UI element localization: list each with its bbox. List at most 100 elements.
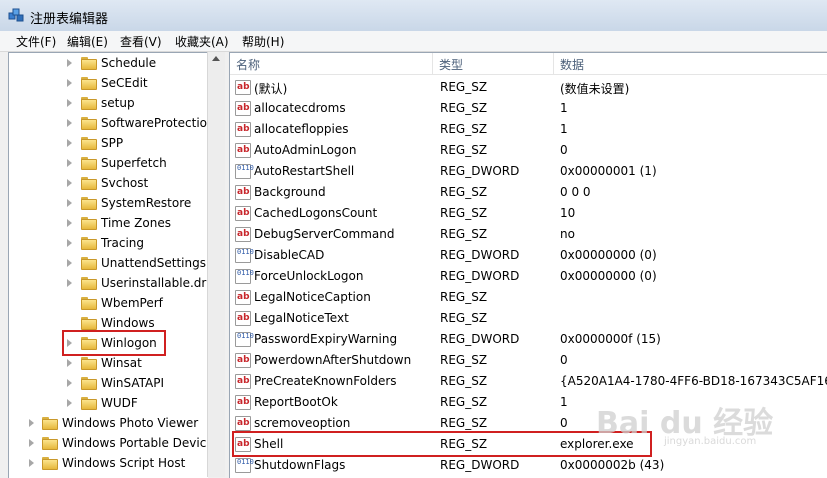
value-name: DisableCAD	[254, 248, 325, 262]
value-row[interactable]: 0110 ForceUnlockLogon REG_DWORD 0x00000000 …	[230, 266, 827, 287]
tree-item[interactable]: WUDF	[9, 394, 208, 414]
string-value-icon: ab	[235, 206, 251, 221]
value-row[interactable]: ab allocatecdroms REG_SZ 1	[230, 98, 827, 119]
string-value-icon: ab	[235, 227, 251, 242]
tree-item-label: Userinstallable.drivers	[101, 276, 208, 290]
folder-icon	[81, 357, 97, 370]
value-row[interactable]: ab PreCreateKnownFolders REG_SZ {A520A1A4-1…	[230, 371, 827, 392]
tree-item[interactable]: Windows Portable Devices	[9, 434, 208, 454]
folder-icon	[81, 77, 97, 90]
value-row[interactable]: ab DebugServerCommand REG_SZ no	[230, 224, 827, 245]
expand-arrow-icon[interactable]	[29, 459, 34, 467]
tree-item[interactable]: Superfetch	[9, 154, 208, 174]
tree-item[interactable]: setup	[9, 94, 208, 114]
expand-arrow-icon[interactable]	[67, 139, 72, 147]
value-name: scremoveoption	[254, 416, 351, 430]
tree-item[interactable]: Schedule	[9, 54, 208, 74]
expand-arrow-icon[interactable]	[67, 259, 72, 267]
value-data: 0	[560, 143, 568, 157]
column-data-label: 数据	[560, 58, 585, 72]
expand-arrow-icon[interactable]	[67, 219, 72, 227]
tree-item-label: Time Zones	[101, 216, 171, 230]
expand-arrow-icon[interactable]	[67, 379, 72, 387]
expand-arrow-icon[interactable]	[67, 279, 72, 287]
tree-item[interactable]: Time Zones	[9, 214, 208, 234]
tree-item-label: WUDF	[101, 396, 138, 410]
value-row[interactable]: 0110 ShutdownFlags REG_DWORD 0x0000002b (43…	[230, 455, 827, 476]
column-header-type[interactable]: 类型	[433, 53, 554, 75]
expand-arrow-icon[interactable]	[67, 159, 72, 167]
expand-arrow-icon[interactable]	[67, 119, 72, 127]
column-header-name[interactable]: 名称	[230, 53, 433, 75]
value-name: LegalNoticeCaption	[254, 290, 371, 304]
expand-arrow-icon[interactable]	[29, 419, 34, 427]
value-row[interactable]: ab allocatefloppies REG_SZ 1	[230, 119, 827, 140]
tree-item[interactable]: UnattendSettings	[9, 254, 208, 274]
value-type: REG_SZ	[440, 374, 488, 388]
dword-value-icon: 0110	[235, 164, 254, 179]
value-name: (默认)	[254, 82, 288, 96]
value-row[interactable]: ab LegalNoticeCaption REG_SZ	[230, 287, 827, 308]
tree-scrollbar[interactable]	[207, 52, 225, 477]
value-row[interactable]: ab AutoAdminLogon REG_SZ 0	[230, 140, 827, 161]
value-row[interactable]: ab LegalNoticeText REG_SZ	[230, 308, 827, 329]
value-row[interactable]: ab CachedLogonsCount REG_SZ 10	[230, 203, 827, 224]
registry-tree[interactable]: Schedule SeCEdit setup SoftwareProtectionPl…	[8, 52, 208, 478]
tree-item[interactable]: SPP	[9, 134, 208, 154]
expand-arrow-icon[interactable]	[67, 59, 72, 67]
tree-item[interactable]: SeCEdit	[9, 74, 208, 94]
value-data: 1	[560, 122, 568, 136]
folder-icon	[81, 117, 97, 130]
expand-arrow-icon[interactable]	[67, 199, 72, 207]
expand-arrow-icon[interactable]	[29, 439, 34, 447]
menu-view[interactable]: 查看(V)	[120, 33, 162, 50]
value-data: {A520A1A4-1780-4FF6-BD18-167343C5AF16}	[560, 374, 827, 388]
tree-item[interactable]: Userinstallable.drivers	[9, 274, 208, 294]
tree-item[interactable]: SystemRestore	[9, 194, 208, 214]
value-data: 1	[560, 101, 568, 115]
column-header-data[interactable]: 数据	[554, 53, 827, 75]
value-type: REG_DWORD	[440, 248, 520, 262]
tree-item-label: Tracing	[101, 236, 145, 250]
value-row[interactable]: ab PowerdownAfterShutdown REG_SZ 0	[230, 350, 827, 371]
value-row[interactable]: 0110 DisableCAD REG_DWORD 0x00000000 (0)	[230, 245, 827, 266]
regedit-icon	[8, 8, 24, 22]
tree-item[interactable]: Windows Photo Viewer	[9, 414, 208, 434]
expand-arrow-icon[interactable]	[67, 179, 72, 187]
menu-file[interactable]: 文件(F)	[16, 33, 56, 50]
value-row[interactable]: ab (默认) REG_SZ (数值未设置)	[230, 77, 827, 98]
tree-item-label: Winsat	[101, 356, 142, 370]
tree-item[interactable]: Svchost	[9, 174, 208, 194]
string-value-icon: ab	[235, 122, 251, 137]
dword-value-icon: 0110	[235, 332, 254, 347]
window-title: 注册表编辑器	[30, 12, 109, 27]
tree-item[interactable]: SoftwareProtectionPlatform	[9, 114, 208, 134]
value-type: REG_SZ	[440, 122, 488, 136]
string-value-icon: ab	[235, 290, 251, 305]
tree-item[interactable]: Winsat	[9, 354, 208, 374]
expand-arrow-icon[interactable]	[67, 399, 72, 407]
menu-favorites[interactable]: 收藏夹(A)	[175, 33, 229, 50]
value-data: (数值未设置)	[560, 82, 630, 96]
expand-arrow-icon[interactable]	[67, 359, 72, 367]
folder-icon	[42, 437, 58, 450]
value-name: allocatefloppies	[254, 122, 349, 136]
column-name-label: 名称	[236, 58, 261, 72]
tree-item[interactable]: Winlogon	[9, 330, 208, 356]
expand-arrow-icon[interactable]	[67, 79, 72, 87]
tree-item[interactable]: WbemPerf	[9, 294, 208, 314]
tree-item[interactable]: Windows Script Host	[9, 454, 208, 474]
folder-icon	[81, 157, 97, 170]
value-row[interactable]: 0110 AutoRestartShell REG_DWORD 0x00000001 …	[230, 161, 827, 182]
expand-arrow-icon[interactable]	[67, 239, 72, 247]
folder-icon	[81, 57, 97, 70]
value-name: CachedLogonsCount	[254, 206, 378, 220]
tree-item[interactable]: Tracing	[9, 234, 208, 254]
tree-item[interactable]: WinSATAPI	[9, 374, 208, 394]
menu-edit[interactable]: 编辑(E)	[67, 33, 108, 50]
value-row[interactable]: 0110 PasswordExpiryWarning REG_DWORD 0x0000…	[230, 329, 827, 350]
scroll-up-arrow-icon[interactable]	[212, 56, 220, 61]
menu-help[interactable]: 帮助(H)	[242, 33, 284, 50]
expand-arrow-icon[interactable]	[67, 99, 72, 107]
value-row[interactable]: ab Background REG_SZ 0 0 0	[230, 182, 827, 203]
